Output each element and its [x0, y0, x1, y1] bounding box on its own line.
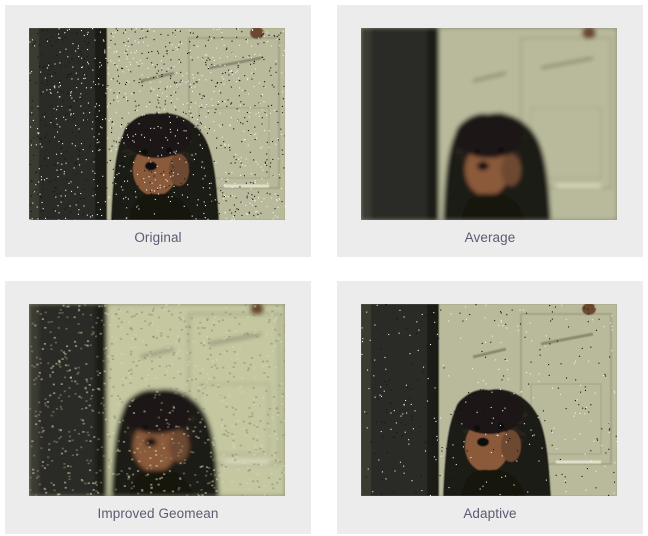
result-card-original: Original: [5, 5, 311, 257]
result-card-average: Average: [337, 5, 643, 257]
result-card-improved-geomean: Improved Geomean: [5, 281, 311, 534]
caption-original: Original: [134, 230, 182, 245]
dog-photo-original: [29, 28, 285, 220]
caption-improved-geomean: Improved Geomean: [97, 506, 219, 521]
dog-photo-adaptive: [361, 304, 617, 496]
caption-average: Average: [464, 230, 516, 245]
result-card-adaptive: Adaptive: [337, 281, 643, 534]
dog-photo-improved-geomean: [29, 304, 285, 496]
dog-photo-average: [361, 28, 617, 220]
image-comparison-grid: Original Average Improved Geomean Adapti…: [0, 0, 648, 536]
caption-adaptive: Adaptive: [463, 506, 517, 521]
